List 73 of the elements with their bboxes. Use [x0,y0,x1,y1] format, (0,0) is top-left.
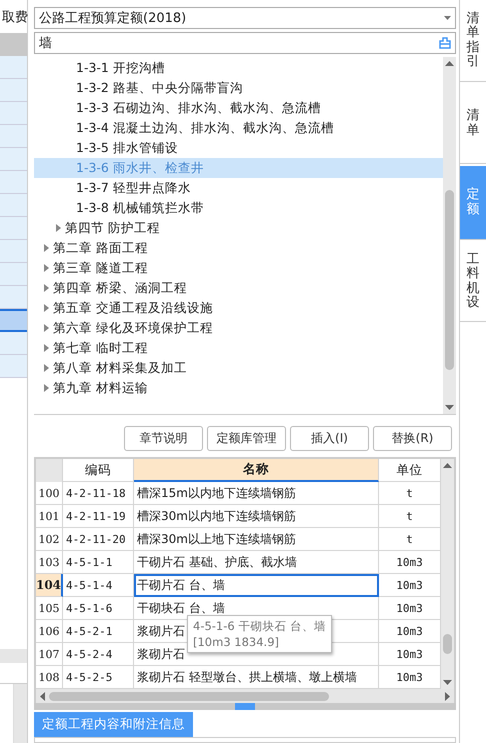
scrollbar[interactable] [0,649,27,663]
toolbar-button[interactable]: 插入(I) [290,426,369,451]
expand-arrow-icon[interactable] [44,344,49,352]
scroll-down-icon[interactable] [443,680,452,685]
dropdown-arrow-icon [444,16,451,20]
column-header: 取费 [1,8,27,26]
column-header[interactable]: 编码 [63,459,134,482]
scroll-left-icon[interactable] [40,692,45,700]
row-number: 105 [36,597,63,620]
tree-item[interactable]: 第五章 交通工程及沿线设施 [34,298,443,318]
table-cell: 4-5-2-4 [63,643,134,666]
row-number: 102 [36,528,63,551]
tree-item[interactable]: 第九章 材料运输 [34,378,443,398]
table-cell: 干砌片石 基础、护底、截水墙 [134,551,379,574]
table-cell: 干砌片石 台、墙 [134,574,379,597]
expand-arrow-icon[interactable] [44,364,49,372]
table-cell: 4-5-1-6 [63,597,134,620]
row-number: 106 [36,620,63,643]
column-header[interactable]: 单位 [379,459,441,482]
toolbar-button[interactable]: 替换(R) [373,426,452,451]
expand-arrow-icon[interactable] [44,264,49,272]
row-number: 104 [36,574,63,597]
table-corner[interactable] [36,459,63,482]
expand-arrow-icon[interactable] [44,324,49,332]
tree-item[interactable]: 第八章 材料采集及加工 [34,358,443,378]
scroll-down-icon[interactable] [445,405,454,410]
tree-item[interactable]: 第六章 绿化及环境保护工程 [34,318,443,338]
tree-item[interactable]: 第二章 路面工程 [34,238,443,258]
table-cell: 4-2-11-20 [63,528,134,551]
search-field[interactable]: 墙 [34,32,456,54]
table-cell: 4-2-11-19 [63,505,134,528]
tree-item[interactable]: 第四节 防护工程 [34,218,443,238]
library-select[interactable]: 公路工程预算定额(2018) [34,7,456,29]
tree-item[interactable]: 1-3-1 开挖沟槽 [34,58,443,78]
toolbar-button[interactable]: 定额库管理 [207,426,286,451]
expand-arrow-icon[interactable] [56,224,61,232]
scrollbar-thumb[interactable] [443,634,452,654]
scrollbar[interactable] [13,684,27,743]
tree-item[interactable]: 第四章 桥梁、涵洞工程 [34,278,443,298]
eraser-icon[interactable] [439,37,451,49]
table-row[interactable] [0,309,27,332]
column-header[interactable]: 名称 [134,459,379,482]
scrollbar-thumb[interactable] [445,190,454,370]
tree-item[interactable]: 1-3-8 机械铺筑拦水带 [34,198,443,218]
table-cell: 槽深30m以上地下连续墙钢筋 [134,528,379,551]
splitter-handle[interactable] [235,703,255,710]
tree-item[interactable]: 1-3-2 路基、中央分隔带盲沟 [34,78,443,98]
tree-item[interactable]: 1-3-7 轻型井点降水 [34,178,443,198]
table-cell: 4-2-11-18 [63,482,134,505]
tree-item[interactable]: 第七章 临时工程 [34,338,443,358]
tree-item[interactable]: 1-3-3 石砌边沟、排水沟、截水沟、急流槽 [34,98,443,118]
expand-arrow-icon[interactable] [44,244,49,252]
tree-item[interactable]: 1-3-5 排水管铺设 [34,138,443,158]
row-number: 100 [36,482,63,505]
table-cell: 4-5-1-4 [63,574,134,597]
scroll-up-icon[interactable] [445,61,454,66]
toolbar-button[interactable]: 章节说明 [124,426,203,451]
row-number: 101 [36,505,63,528]
scroll-up-icon[interactable] [443,463,452,468]
tree-item[interactable]: 第三章 隧道工程 [34,258,443,278]
row-number: 103 [36,551,63,574]
scroll-right-icon[interactable] [445,692,450,700]
row-number: 107 [36,643,63,666]
expand-arrow-icon[interactable] [44,284,49,292]
table-cell: 槽深15m以内地下连续墙钢筋 [134,482,379,505]
table-cell: 槽深30m以内地下连续墙钢筋 [134,505,379,528]
expand-arrow-icon[interactable] [44,304,49,312]
row-number: 108 [36,666,63,689]
table-cell: 4-5-1-1 [63,551,134,574]
scrollbar-thumb[interactable] [49,692,329,700]
table-cell: 4-5-2-1 [63,620,134,643]
tree-item[interactable]: 1-3-4 混凝土边沟、排水沟、截水沟、急流槽 [34,118,443,138]
expand-arrow-icon[interactable] [44,384,49,392]
